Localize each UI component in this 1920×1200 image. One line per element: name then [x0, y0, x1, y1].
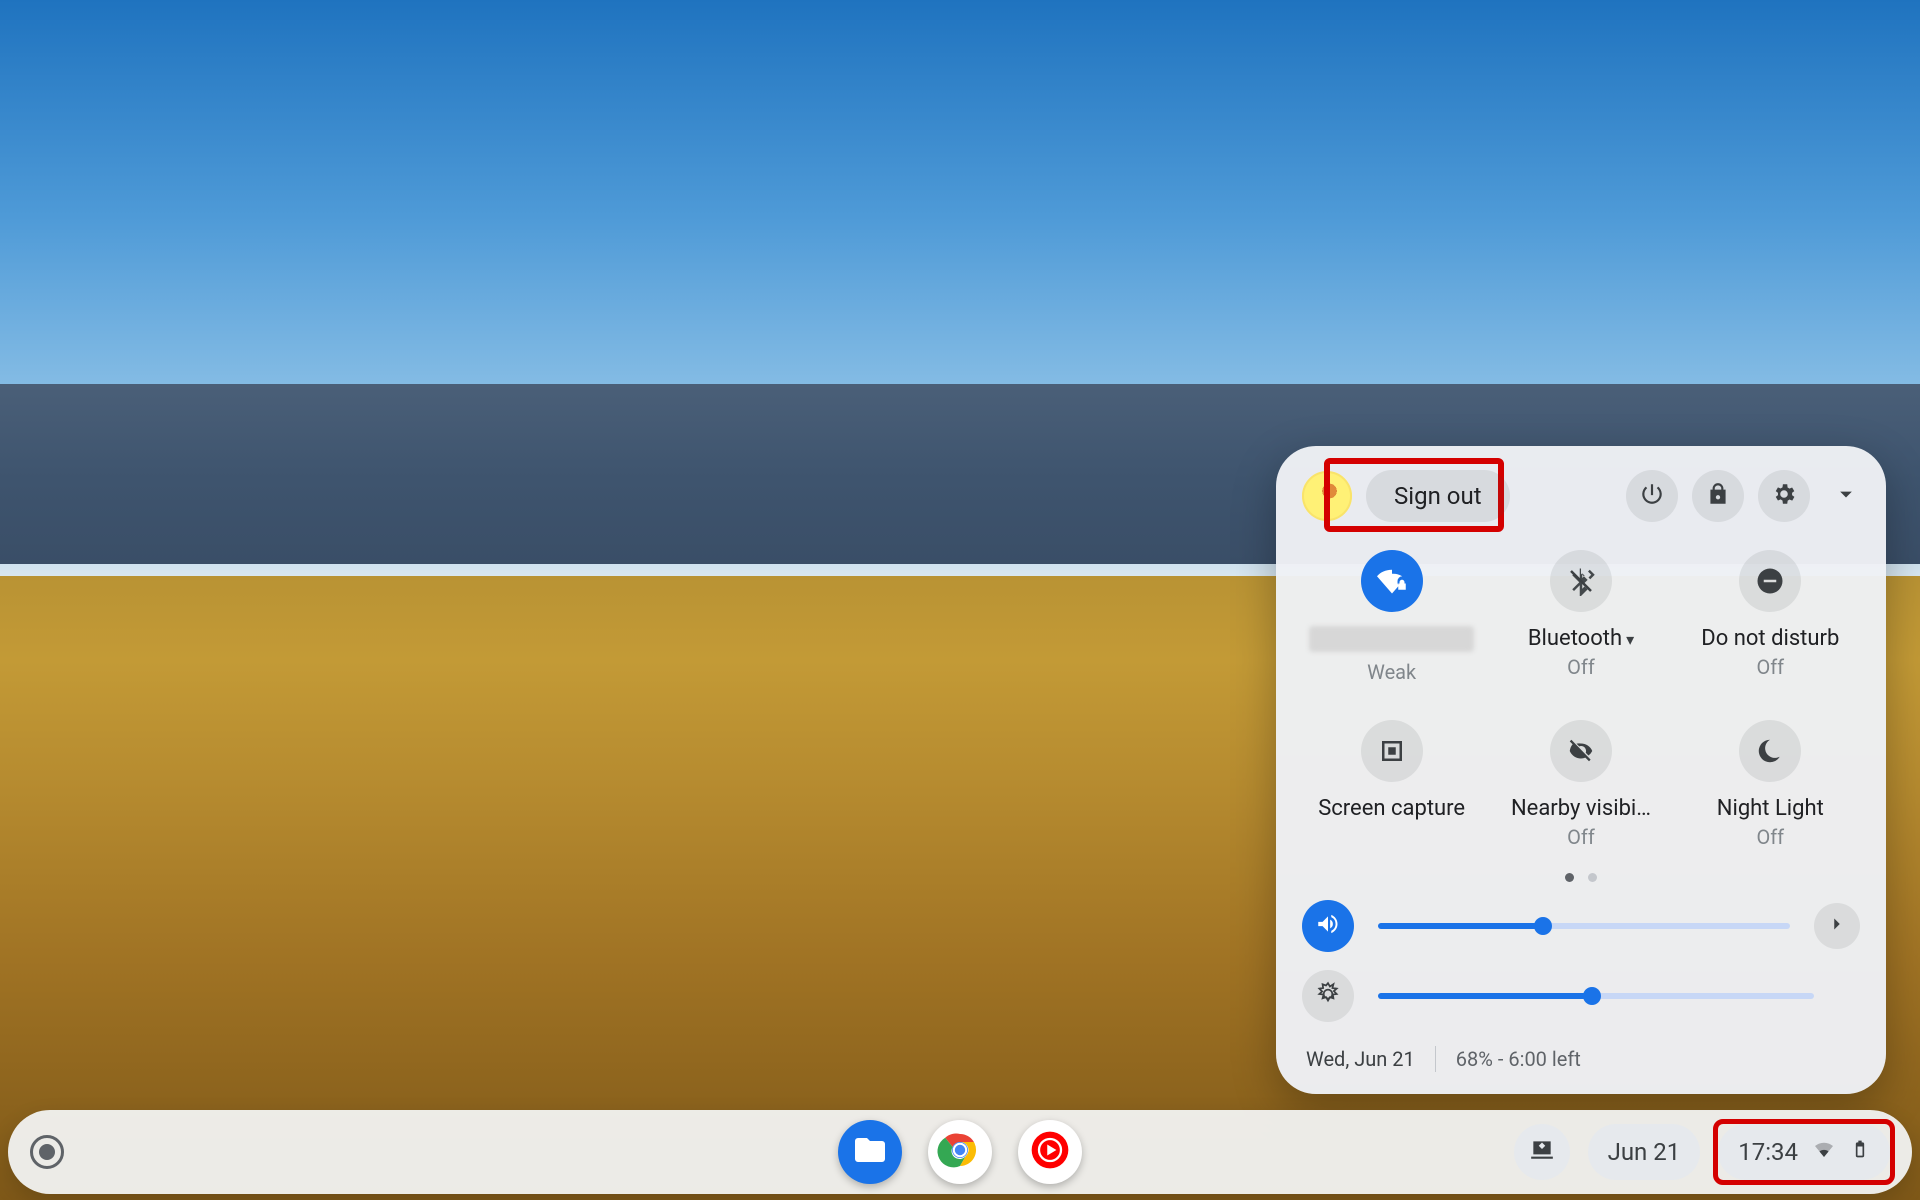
screen-capture-shelf-button[interactable] — [1514, 1124, 1570, 1180]
youtube-music-icon — [1028, 1128, 1072, 1176]
visibility-off-icon — [1550, 720, 1612, 782]
shelf-date: Jun 21 — [1608, 1138, 1681, 1166]
chevron-down-icon — [1832, 493, 1860, 512]
pager-dot[interactable] — [1588, 873, 1597, 882]
app-chrome[interactable] — [928, 1120, 992, 1184]
tile-label: ████████ — [1309, 626, 1474, 652]
tile-screen-capture[interactable]: Screen capture — [1307, 720, 1477, 849]
bluetooth-off-icon — [1550, 550, 1612, 612]
chrome-icon — [936, 1126, 984, 1178]
collapse-panel-button[interactable] — [1832, 480, 1860, 512]
app-files[interactable] — [838, 1120, 902, 1184]
settings-button[interactable] — [1758, 470, 1810, 522]
app-youtube-music[interactable] — [1018, 1120, 1082, 1184]
quick-settings-footer: Wed, Jun 21 68% - 6:00 left — [1302, 1040, 1860, 1076]
volume-icon — [1315, 911, 1341, 941]
power-icon — [1639, 481, 1665, 511]
tile-night-light[interactable]: Night Light Off — [1685, 720, 1855, 849]
tile-sublabel: Off — [1496, 825, 1666, 849]
brightness-icon — [1315, 981, 1341, 1011]
power-button[interactable] — [1626, 470, 1678, 522]
tile-sublabel: Off — [1685, 825, 1855, 849]
tile-label: Do not disturb — [1685, 626, 1855, 651]
battery-icon — [1850, 1137, 1870, 1167]
tile-bluetooth[interactable]: Bluetooth▾ Off — [1496, 550, 1666, 684]
audio-settings-button[interactable] — [1814, 903, 1860, 949]
tile-label: Bluetooth▾ — [1496, 626, 1666, 651]
brightness-slider[interactable] — [1378, 993, 1814, 999]
quick-settings-panel: Sign out ████████ — [1276, 446, 1886, 1094]
tile-sublabel: Weak — [1307, 660, 1477, 684]
footer-battery: 68% - 6:00 left — [1456, 1047, 1581, 1071]
tile-label: Nearby visibi… — [1496, 796, 1666, 821]
gear-icon — [1771, 481, 1797, 511]
tile-nearby-visibility[interactable]: Nearby visibi… Off — [1496, 720, 1666, 849]
user-avatar[interactable] — [1302, 471, 1352, 521]
tile-sublabel: Off — [1685, 655, 1855, 679]
quick-settings-header: Sign out — [1302, 470, 1860, 522]
lock-button[interactable] — [1692, 470, 1744, 522]
tile-label: Night Light — [1685, 796, 1855, 821]
night-light-icon — [1739, 720, 1801, 782]
volume-row — [1302, 900, 1860, 952]
brightness-row — [1302, 970, 1860, 1022]
pager-dot[interactable] — [1565, 873, 1574, 882]
brightness-button[interactable] — [1302, 970, 1354, 1022]
chevron-right-icon — [1826, 913, 1848, 939]
lock-icon — [1705, 481, 1731, 511]
shelf-date-button[interactable]: Jun 21 — [1588, 1124, 1701, 1180]
volume-button[interactable] — [1302, 900, 1354, 952]
status-tray-button[interactable]: 17:34 — [1718, 1124, 1890, 1180]
tile-network[interactable]: ████████ Weak — [1307, 550, 1477, 684]
tiles-pager — [1302, 873, 1860, 882]
wifi-icon — [1812, 1137, 1836, 1167]
wifi-lock-icon — [1361, 550, 1423, 612]
quick-settings-tiles: ████████ Weak Bluetooth▾ Off Do not dist… — [1302, 550, 1860, 849]
pinned-apps — [838, 1120, 1082, 1184]
tile-sublabel: Off — [1496, 655, 1666, 679]
tile-label: Screen capture — [1307, 796, 1477, 821]
sign-out-button[interactable]: Sign out — [1366, 470, 1510, 522]
tile-dnd[interactable]: Do not disturb Off — [1685, 550, 1855, 684]
separator — [1435, 1046, 1436, 1072]
screen-capture-icon — [1529, 1136, 1555, 1168]
shelf-time: 17:34 — [1738, 1138, 1798, 1166]
shelf: Jun 21 17:34 — [8, 1110, 1912, 1194]
folder-icon — [852, 1132, 888, 1172]
volume-slider[interactable] — [1378, 923, 1790, 929]
launcher-button[interactable] — [30, 1135, 64, 1169]
screen-capture-icon — [1361, 720, 1423, 782]
chevron-down-icon: ▾ — [1626, 630, 1634, 649]
dnd-icon — [1739, 550, 1801, 612]
footer-date: Wed, Jun 21 — [1306, 1047, 1415, 1071]
